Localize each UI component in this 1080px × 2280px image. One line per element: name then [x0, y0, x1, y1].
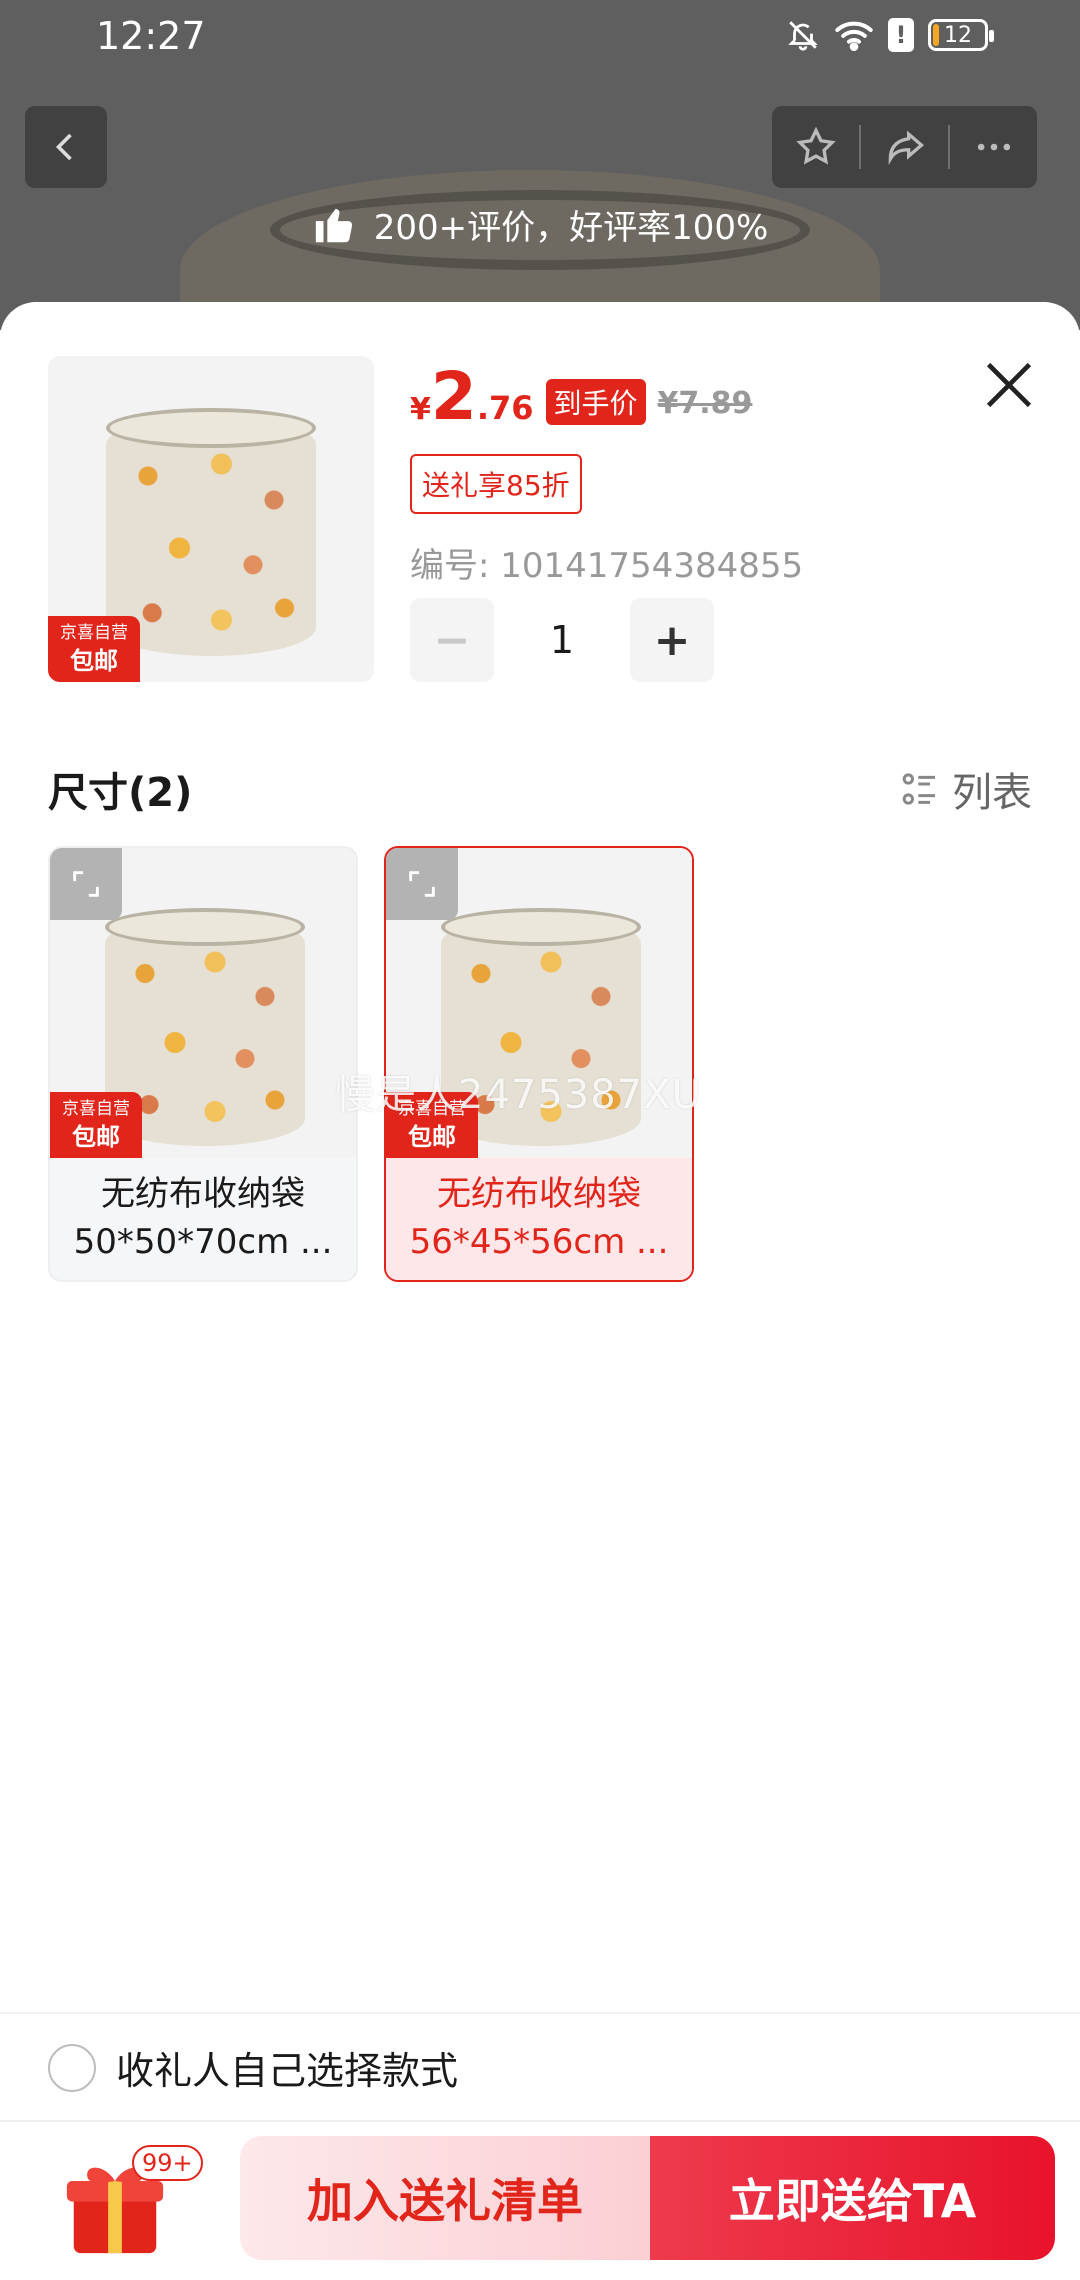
size-option-1[interactable]: 京喜自营 包邮 无纺布收纳袋 50*50*70cm ...: [48, 846, 358, 1282]
status-icons: ! 12: [786, 18, 994, 52]
close-icon[interactable]: [974, 350, 1044, 420]
thumbs-up-icon: [315, 208, 352, 242]
background-product-page: 12:27 ! 12 200+评价，好评率100%: [0, 0, 1080, 330]
increase-button[interactable]: +: [630, 598, 714, 682]
price-integer: 2: [430, 358, 477, 435]
jd-self-operated-badge: 京喜自营 包邮: [48, 616, 140, 682]
quantity-value[interactable]: 1: [494, 618, 630, 662]
final-price-tag: 到手价: [545, 379, 646, 425]
option-size: 56*45*56cm ...: [409, 1222, 669, 1262]
more-icon: [977, 143, 1010, 151]
add-to-gift-list-button[interactable]: 加入送礼清单: [240, 2136, 650, 2260]
wifi-icon: [835, 21, 873, 52]
share-icon: [888, 130, 924, 166]
footer-divider: [0, 2012, 1080, 2014]
option-label: 无纺布收纳袋 50*50*70cm ...: [50, 1158, 356, 1280]
more-button[interactable]: [950, 106, 1037, 188]
gift-list-count-badge: 99+: [132, 2145, 203, 2181]
size-section-title: 尺寸(2): [48, 770, 193, 816]
quantity-stepper: − 1 +: [410, 598, 714, 682]
price-currency: ¥: [410, 392, 431, 427]
recipient-choose-option[interactable]: 收礼人自己选择款式: [48, 2040, 458, 2095]
gift-discount-tag: 送礼享85折: [410, 454, 582, 514]
price-decimal: .76: [476, 389, 534, 427]
alert-icon: !: [888, 18, 914, 52]
sku-selection-sheet: 京喜自营 包邮 ¥ 2 .76 到手价 ¥7.89 送礼享85折 编号: 101…: [0, 302, 1080, 2280]
zoom-button[interactable]: [386, 848, 458, 920]
review-banner[interactable]: 200+评价，好评率100%: [0, 200, 1080, 249]
decrease-button[interactable]: −: [410, 598, 494, 682]
status-time: 12:27: [96, 14, 206, 58]
product-thumbnail[interactable]: 京喜自营 包邮: [48, 356, 374, 682]
list-icon: [902, 773, 935, 805]
status-bar: 12:27 ! 12: [0, 0, 1080, 72]
chevron-left-icon: [55, 133, 72, 161]
bag-lid: [106, 408, 316, 448]
badge-bottom-text: 包邮: [72, 1123, 120, 1151]
back-button[interactable]: [25, 106, 107, 188]
price-row: ¥ 2 .76 到手价 ¥7.89: [410, 364, 752, 431]
option-image: 京喜自营 包邮: [50, 848, 356, 1158]
recipient-choose-label: 收礼人自己选择款式: [116, 2049, 459, 2093]
battery-level: 12: [944, 22, 972, 48]
option-name: 无纺布收纳袋: [101, 1174, 305, 1214]
badge-bottom-text: 包邮: [70, 647, 118, 675]
send-gift-now-button[interactable]: 立即送给TA: [650, 2136, 1055, 2260]
favorite-button[interactable]: [772, 106, 859, 188]
option-name: 无纺布收纳袋: [437, 1174, 641, 1214]
radio-button[interactable]: [48, 2043, 96, 2092]
bag-lid: [105, 908, 305, 946]
battery-icon: 12: [928, 19, 994, 51]
badge-top-text: 京喜自营: [60, 623, 128, 643]
review-text: 200+评价，好评率100%: [373, 208, 769, 248]
badge-top-text: 京喜自营: [62, 1099, 130, 1119]
sku-code: 编号: 10141754384855: [410, 546, 804, 586]
jd-self-operated-badge: 京喜自营 包邮: [50, 1092, 142, 1158]
battery-fill: [933, 24, 940, 46]
option-size: 50*50*70cm ...: [73, 1222, 333, 1262]
share-button[interactable]: [861, 106, 948, 188]
expand-icon: [409, 871, 435, 897]
badge-bottom-text: 包邮: [408, 1123, 456, 1151]
bag-lid: [441, 908, 641, 946]
list-toggle-label: 列表: [952, 770, 1032, 816]
star-icon: [795, 126, 836, 165]
zoom-button[interactable]: [50, 848, 122, 920]
bell-off-icon: [788, 21, 818, 51]
original-price: ¥7.89: [657, 386, 753, 421]
list-view-toggle[interactable]: 列表: [900, 760, 1032, 818]
footer-divider: [0, 2120, 1080, 2122]
nav-actions: [772, 106, 1037, 188]
option-label: 无纺布收纳袋 56*45*56cm ...: [386, 1158, 692, 1280]
watermark: 慢是人2475387XU: [335, 1072, 702, 1118]
expand-icon: [73, 871, 99, 897]
